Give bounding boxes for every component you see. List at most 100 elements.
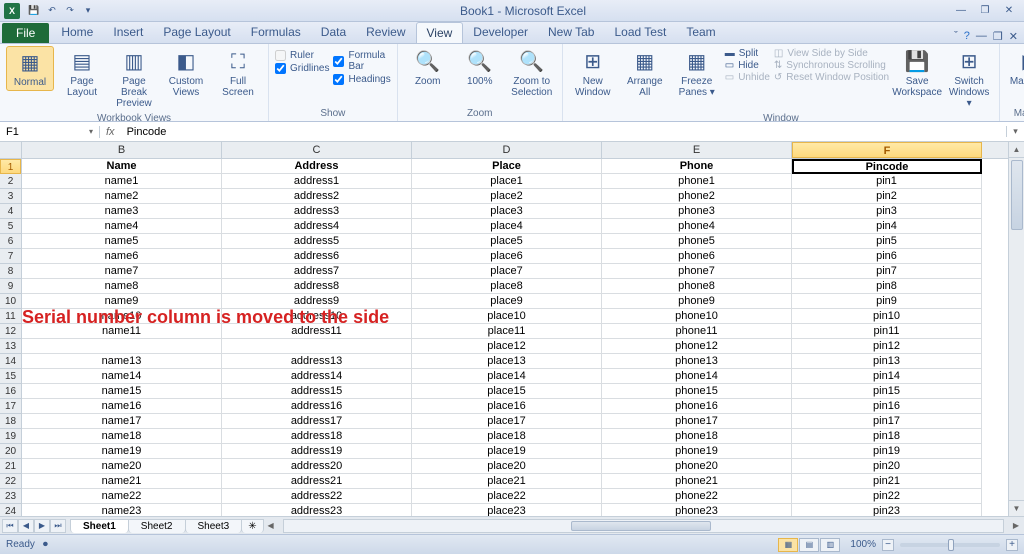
cell[interactable]: address8: [222, 279, 412, 294]
row-header[interactable]: 3: [0, 189, 21, 204]
cell[interactable]: pin9: [792, 294, 982, 309]
row-header[interactable]: 10: [0, 294, 21, 309]
column-headers[interactable]: BCDEF: [22, 142, 1008, 159]
cell[interactable]: place12: [412, 339, 602, 354]
split-button[interactable]: ▬Split: [725, 48, 770, 59]
cell[interactable]: phone11: [602, 324, 792, 339]
zoom-button[interactable]: 🔍Zoom: [404, 46, 452, 89]
undo-icon[interactable]: ↶: [44, 3, 60, 19]
row-header[interactable]: 13: [0, 339, 21, 354]
cell[interactable]: name23: [22, 504, 222, 516]
full-screen-button[interactable]: ⛶Full Screen: [214, 46, 262, 100]
normal-view-button[interactable]: ▦Normal: [6, 46, 54, 91]
cell[interactable]: Address: [222, 159, 412, 174]
formula-input[interactable]: Pincode: [121, 126, 1006, 138]
row-header[interactable]: 16: [0, 384, 21, 399]
cell[interactable]: [22, 339, 222, 354]
zoom-out-button[interactable]: −: [882, 539, 894, 551]
cell[interactable]: phone18: [602, 429, 792, 444]
cell[interactable]: address23: [222, 504, 412, 516]
new-sheet-button[interactable]: ✳: [241, 519, 263, 533]
cell[interactable]: phone7: [602, 264, 792, 279]
row-header[interactable]: 7: [0, 249, 21, 264]
doc-restore-icon[interactable]: ❐: [993, 30, 1003, 43]
cell[interactable]: pin11: [792, 324, 982, 339]
row-headers[interactable]: 123456789101112131415161718192021222324: [0, 159, 22, 516]
cell[interactable]: address15: [222, 384, 412, 399]
sheet-nav-next-icon[interactable]: ▶: [34, 519, 50, 533]
cell[interactable]: place6: [412, 249, 602, 264]
cell[interactable]: phone16: [602, 399, 792, 414]
zoom-selection-button[interactable]: 🔍Zoom to Selection: [508, 46, 556, 100]
cell[interactable]: address16: [222, 399, 412, 414]
ribbon-tab-developer[interactable]: Developer: [463, 22, 538, 43]
cell[interactable]: Pincode: [792, 159, 982, 174]
cell[interactable]: [222, 339, 412, 354]
cell[interactable]: phone4: [602, 219, 792, 234]
new-window-button[interactable]: ⊞New Window: [569, 46, 617, 100]
file-tab[interactable]: File: [2, 23, 49, 43]
cell[interactable]: place14: [412, 369, 602, 384]
row-header[interactable]: 5: [0, 219, 21, 234]
row-header[interactable]: 22: [0, 474, 21, 489]
cell[interactable]: address13: [222, 354, 412, 369]
cell[interactable]: phone22: [602, 489, 792, 504]
save-icon[interactable]: 💾: [26, 3, 42, 19]
ribbon-tab-insert[interactable]: Insert: [103, 22, 153, 43]
vertical-scrollbar[interactable]: ▲ ▼: [1008, 142, 1024, 516]
cell[interactable]: phone17: [602, 414, 792, 429]
cell[interactable]: pin1: [792, 174, 982, 189]
sheet-tab[interactable]: Sheet1: [70, 519, 129, 533]
cell[interactable]: place22: [412, 489, 602, 504]
row-header[interactable]: 19: [0, 429, 21, 444]
sheet-nav-last-icon[interactable]: ⏭: [50, 519, 66, 533]
ribbon-tab-page-layout[interactable]: Page Layout: [153, 22, 240, 43]
cell[interactable]: phone14: [602, 369, 792, 384]
cell[interactable]: pin16: [792, 399, 982, 414]
cell[interactable]: address18: [222, 429, 412, 444]
scroll-down-icon[interactable]: ▼: [1009, 500, 1024, 516]
cell[interactable]: name17: [22, 414, 222, 429]
zoom-slider[interactable]: [900, 543, 1000, 547]
cell[interactable]: pin18: [792, 429, 982, 444]
cell[interactable]: address1: [222, 174, 412, 189]
doc-minimize-icon[interactable]: —: [976, 30, 987, 43]
cell[interactable]: place20: [412, 459, 602, 474]
sheet-nav-prev-icon[interactable]: ◀: [18, 519, 34, 533]
spreadsheet-grid[interactable]: BCDEF 1234567891011121314151617181920212…: [0, 142, 1024, 516]
cell[interactable]: Name: [22, 159, 222, 174]
cell[interactable]: pin2: [792, 189, 982, 204]
cell[interactable]: name15: [22, 384, 222, 399]
cell[interactable]: place9: [412, 294, 602, 309]
cell[interactable]: name21: [22, 474, 222, 489]
formula-expand-icon[interactable]: ▾: [1006, 126, 1024, 137]
row-header[interactable]: 2: [0, 174, 21, 189]
cell[interactable]: name14: [22, 369, 222, 384]
hscroll-left-icon[interactable]: ◀: [263, 521, 279, 530]
row-header[interactable]: 15: [0, 369, 21, 384]
minimize-button[interactable]: —: [950, 4, 972, 18]
cell[interactable]: name4: [22, 219, 222, 234]
cell[interactable]: name7: [22, 264, 222, 279]
cell[interactable]: phone8: [602, 279, 792, 294]
cell[interactable]: place8: [412, 279, 602, 294]
cell[interactable]: pin15: [792, 384, 982, 399]
cell[interactable]: place2: [412, 189, 602, 204]
cell[interactable]: name2: [22, 189, 222, 204]
cell[interactable]: name3: [22, 204, 222, 219]
cell[interactable]: pin6: [792, 249, 982, 264]
row-header[interactable]: 6: [0, 234, 21, 249]
freeze-panes-button[interactable]: ▦Freeze Panes ▾: [673, 46, 721, 100]
cell[interactable]: pin3: [792, 204, 982, 219]
column-header[interactable]: C: [222, 142, 412, 158]
ribbon-tab-load-test[interactable]: Load Test: [604, 22, 676, 43]
cell[interactable]: pin17: [792, 414, 982, 429]
cell[interactable]: name22: [22, 489, 222, 504]
cell[interactable]: place13: [412, 354, 602, 369]
cell[interactable]: address2: [222, 189, 412, 204]
cell[interactable]: name8: [22, 279, 222, 294]
row-header[interactable]: 14: [0, 354, 21, 369]
name-box[interactable]: F1▾: [0, 126, 100, 138]
scroll-up-icon[interactable]: ▲: [1009, 142, 1024, 158]
column-header[interactable]: F: [792, 142, 982, 158]
